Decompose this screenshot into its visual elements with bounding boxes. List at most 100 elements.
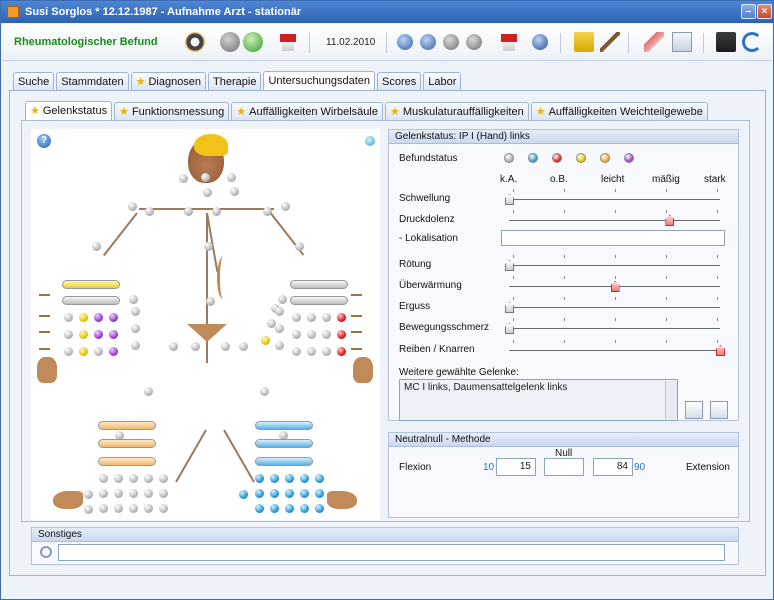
joint-dot[interactable]	[131, 341, 140, 350]
joint-dot[interactable]	[315, 504, 324, 513]
last-icon[interactable]	[466, 34, 482, 50]
joint-bar[interactable]	[290, 280, 348, 289]
joint-dot[interactable]	[315, 489, 324, 498]
joint-dot[interactable]	[99, 489, 108, 498]
joint-dot[interactable]	[212, 207, 221, 216]
joint-dot[interactable]	[337, 313, 346, 322]
joint-dot[interactable]	[307, 347, 316, 356]
home-icon[interactable]	[185, 32, 205, 52]
flexion-input[interactable]: 15	[496, 458, 536, 476]
joint-dot[interactable]	[159, 489, 168, 498]
joint-bar[interactable]	[62, 296, 120, 305]
joint-bar[interactable]	[98, 439, 156, 448]
joint-dot[interactable]	[337, 330, 346, 339]
joint-dot[interactable]	[92, 242, 101, 251]
joint-dot[interactable]	[99, 474, 108, 483]
joint-dot[interactable]	[94, 330, 103, 339]
joint-dot[interactable]	[263, 207, 272, 216]
joint-dot[interactable]	[337, 347, 346, 356]
joint-dot[interactable]	[307, 330, 316, 339]
joint-bar[interactable]	[290, 296, 348, 305]
joint-dot[interactable]	[84, 505, 93, 514]
status-dot[interactable]	[552, 153, 562, 163]
joint-dot[interactable]	[322, 347, 331, 356]
joint-dot[interactable]	[129, 489, 138, 498]
joint-dot[interactable]	[131, 307, 140, 316]
joint-dot[interactable]	[292, 330, 301, 339]
refresh-icon[interactable]	[742, 32, 762, 52]
joint-dot[interactable]	[128, 202, 137, 211]
save-icon[interactable]	[716, 32, 736, 52]
eraser-icon[interactable]	[644, 32, 664, 52]
joint-dot[interactable]	[131, 324, 140, 333]
joint-dot[interactable]	[109, 313, 118, 322]
joint-dot[interactable]	[239, 342, 248, 351]
status-dot[interactable]	[576, 153, 586, 163]
joint-dot[interactable]	[260, 387, 269, 396]
status-dot[interactable]	[504, 153, 514, 163]
joint-dot[interactable]	[79, 330, 88, 339]
joint-dot[interactable]	[270, 474, 279, 483]
joint-dot[interactable]	[94, 313, 103, 322]
joint-dot[interactable]	[84, 490, 93, 499]
subtab-2[interactable]: ★ Funktionsmessung	[114, 102, 230, 120]
joint-dot[interactable]	[204, 242, 213, 251]
joint-dot[interactable]	[114, 489, 123, 498]
info-dot-icon[interactable]	[365, 136, 375, 146]
subtab-3[interactable]: ★ Auffälligkeiten Wirbelsäule	[231, 102, 383, 120]
joint-dot[interactable]	[191, 342, 200, 351]
joint-dot[interactable]	[227, 173, 236, 182]
status-dot[interactable]	[600, 153, 610, 163]
joint-bar[interactable]	[98, 421, 156, 430]
lokalisation-input[interactable]	[501, 230, 725, 246]
forward-icon[interactable]	[243, 32, 263, 52]
joint-dot[interactable]	[239, 490, 248, 499]
joint-dot[interactable]	[292, 347, 301, 356]
extension-input[interactable]: 84	[593, 458, 633, 476]
joint-dot[interactable]	[201, 173, 210, 182]
joint-dot[interactable]	[270, 489, 279, 498]
add-joint-icon[interactable]	[685, 401, 703, 419]
remove-joint-icon[interactable]	[710, 401, 728, 419]
joint-dot[interactable]	[315, 474, 324, 483]
scrollbar[interactable]	[665, 381, 677, 419]
joint-dot[interactable]	[109, 330, 118, 339]
joint-bar[interactable]	[255, 457, 313, 466]
joint-bar[interactable]	[255, 421, 313, 430]
copy-icon[interactable]	[672, 32, 692, 52]
joint-dot[interactable]	[94, 347, 103, 356]
joint-dot[interactable]	[184, 207, 193, 216]
weitere-gelenke-list[interactable]: MC I links, Daumensattelgelenk links	[399, 379, 678, 421]
status-dot[interactable]	[528, 153, 538, 163]
joint-dot[interactable]	[99, 504, 108, 513]
joint-dot[interactable]	[206, 297, 215, 306]
tab-scores[interactable]: Scores	[376, 72, 422, 90]
joint-dot[interactable]	[114, 504, 123, 513]
subtab-1[interactable]: ★ Gelenkstatus	[25, 101, 113, 120]
joint-dot[interactable]	[275, 341, 284, 350]
joint-dot[interactable]	[145, 207, 154, 216]
joint-dot[interactable]	[292, 313, 301, 322]
joint-dot[interactable]	[144, 387, 153, 396]
joint-dot[interactable]	[144, 489, 153, 498]
sonstiges-input[interactable]	[58, 544, 725, 561]
null-input[interactable]	[544, 458, 584, 476]
minimize-button[interactable]: –	[741, 4, 756, 19]
joint-dot[interactable]	[64, 330, 73, 339]
info-icon[interactable]	[532, 34, 548, 50]
joint-dot[interactable]	[300, 474, 309, 483]
joint-dot[interactable]	[144, 504, 153, 513]
joint-dot[interactable]	[322, 313, 331, 322]
tab-untersuchungsdaten[interactable]: Untersuchungsdaten	[263, 71, 375, 90]
brush-icon[interactable]	[600, 32, 620, 52]
joint-dot[interactable]	[79, 347, 88, 356]
joint-dot[interactable]	[255, 474, 264, 483]
joint-dot[interactable]	[159, 504, 168, 513]
joint-dot[interactable]	[285, 474, 294, 483]
subtab-5[interactable]: ★ Auffälligkeiten Weichteilgewebe	[530, 102, 708, 120]
joint-dot[interactable]	[307, 313, 316, 322]
joint-dot[interactable]	[300, 489, 309, 498]
joint-bar[interactable]	[255, 439, 313, 448]
joint-dot[interactable]	[285, 504, 294, 513]
joint-dot[interactable]	[179, 174, 188, 183]
